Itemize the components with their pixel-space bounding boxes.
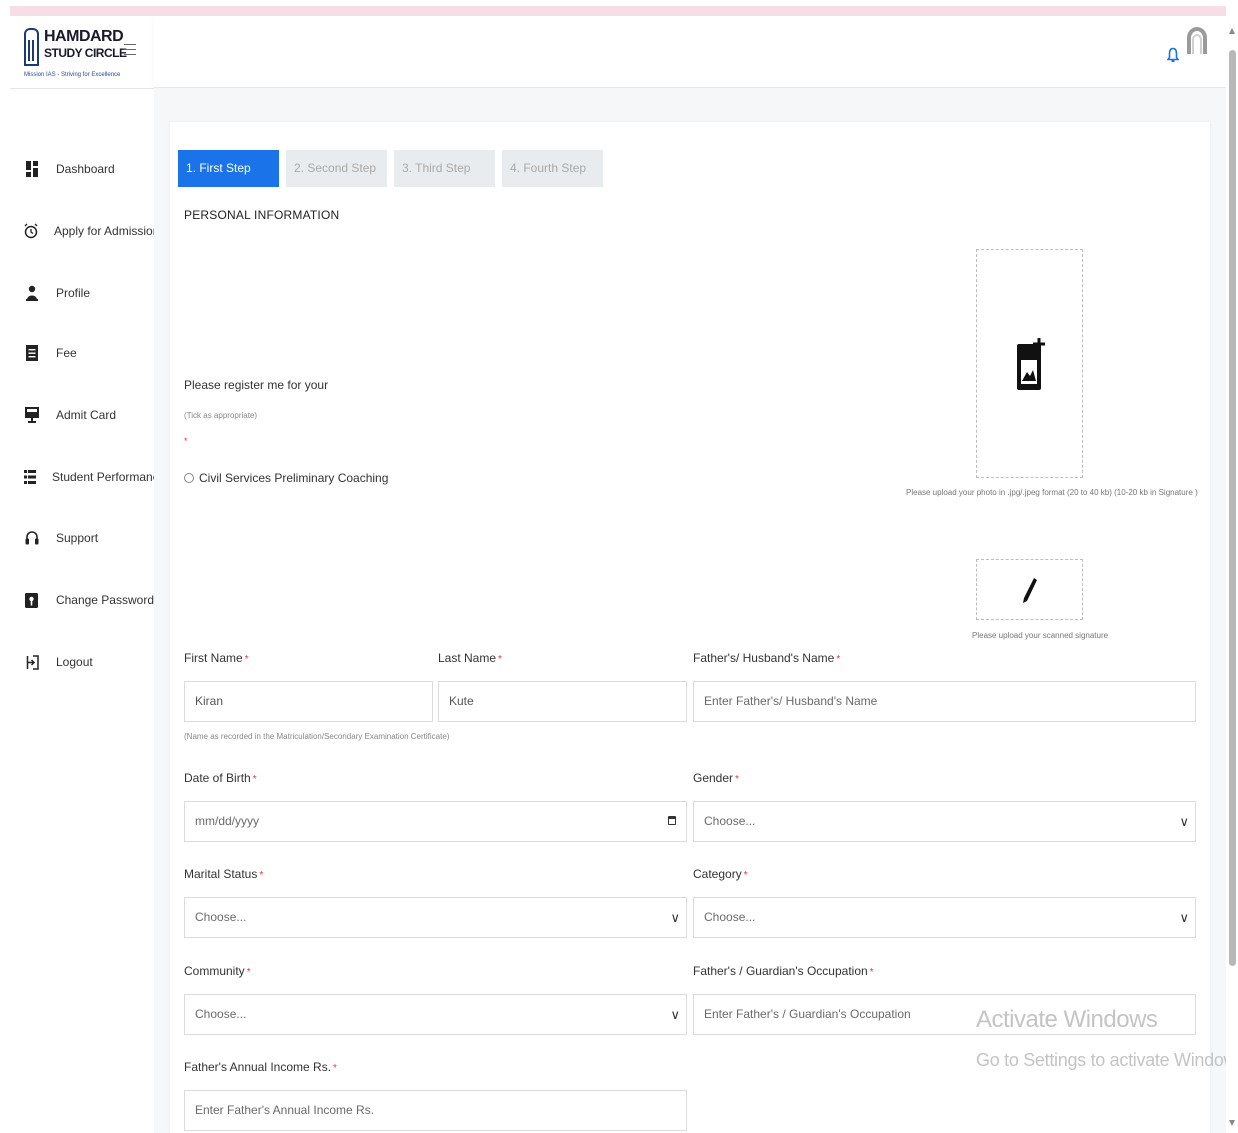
sidebar-item-support[interactable]: Support (10, 525, 154, 551)
dob-field[interactable]: mm/dd/yyyy (184, 801, 687, 842)
last-name-field[interactable]: Kute (438, 681, 687, 722)
income-label: Father's Annual Income Rs. * (184, 1060, 337, 1074)
brand-logo[interactable]: HAMDARD STUDY CIRCLE Mission IAS - Striv… (24, 26, 154, 94)
name-note: (Name as recorded in the Matriculation/S… (184, 732, 450, 741)
logout-icon (24, 653, 40, 671)
brand-subtitle: STUDY CIRCLE (44, 46, 127, 60)
first-name-field[interactable]: Kiran (184, 681, 433, 722)
sidebar-item-dashboard[interactable]: Dashboard (10, 156, 154, 182)
sidebar-item-label: Dashboard (56, 162, 115, 176)
activate-windows-title: Activate Windows (976, 1006, 1158, 1033)
signature-upload-box[interactable] (976, 559, 1083, 620)
sidebar-item-label: Apply for Admission (54, 224, 160, 238)
category-label: Category * (693, 867, 748, 881)
top-header (154, 16, 1226, 88)
course-option-label[interactable]: Civil Services Preliminary Coaching (199, 471, 388, 485)
logo-emblem-icon (24, 28, 39, 66)
photo-upload-hint: Please upload your photo in .jpg/.jpeg f… (906, 488, 1198, 497)
gender-select[interactable]: Choose... ∨ (693, 801, 1196, 842)
register-prompt: Please register me for your (184, 378, 329, 392)
sidebar-item-logout[interactable]: Logout (10, 649, 154, 675)
sidebar-item-label: Change Password (55, 593, 154, 607)
father-name-label: Father's/ Husband's Name * (693, 651, 841, 665)
sidebar-item-label: Admit Card (56, 408, 117, 422)
dob-placeholder: mm/dd/yyyy (195, 814, 260, 828)
pencil-icon (1022, 576, 1038, 609)
list-icon (24, 468, 36, 486)
father-name-field[interactable]: Enter Father's/ Husband's Name (693, 681, 1196, 722)
last-name-label: Last Name * (438, 651, 502, 665)
scroll-down-arrow-icon[interactable] (1229, 1120, 1235, 1126)
required-mark: * (184, 436, 188, 446)
gender-selected: Choose... (704, 814, 756, 828)
sidebar-item-profile[interactable]: Profile (10, 280, 154, 306)
sidebar-item-label: Fee (56, 346, 77, 360)
tab-first-step[interactable]: 1. First Step (178, 150, 279, 187)
tab-third-step[interactable]: 3. Third Step (394, 150, 495, 187)
add-photo-icon (1015, 334, 1047, 397)
headset-icon (24, 529, 40, 547)
id-card-icon (24, 406, 40, 424)
marital-status-select[interactable]: Choose... ∨ (184, 897, 687, 938)
sidebar-item-change-password[interactable]: Change Password (10, 587, 154, 613)
tab-fourth-step[interactable]: 4. Fourth Step (502, 150, 603, 187)
category-select[interactable]: Choose... ∨ (693, 897, 1196, 938)
sidebar-item-admit-card[interactable]: Admit Card (10, 402, 154, 428)
activate-windows-subtitle: Go to Settings to activate Windows. (976, 1050, 1238, 1070)
photo-upload-box[interactable] (976, 249, 1083, 478)
sidebar-item-label: Logout (56, 655, 93, 669)
tick-hint: (Tick as appropriate) (184, 411, 258, 420)
chevron-down-icon: ∨ (670, 1007, 680, 1022)
top-strip (10, 6, 1226, 16)
key-box-icon (24, 591, 40, 609)
sidebar-item-label: Support (56, 531, 99, 545)
brand-tagline: Mission IAS - Striving for Excellence (24, 72, 121, 78)
marital-status-selected: Choose... (195, 910, 247, 924)
community-select[interactable]: Choose... ∨ (184, 994, 687, 1035)
chevron-down-icon: ∨ (1179, 814, 1189, 829)
sidebar-item-label: Student Performance (52, 470, 166, 484)
signature-upload-hint: Please upload your scanned signature (972, 631, 1109, 640)
gender-label: Gender * (693, 771, 739, 785)
menu-toggle-icon[interactable] (124, 43, 136, 55)
occupation-label: Father's / Guardian's Occupation * (693, 964, 874, 978)
calendar-icon[interactable] (668, 816, 676, 825)
radio-button[interactable] (184, 473, 194, 483)
chevron-down-icon: ∨ (670, 910, 680, 925)
sidebar-item-label: Profile (56, 286, 91, 300)
dashboard-icon (24, 160, 40, 178)
alarm-clock-icon (24, 222, 38, 240)
sidebar-item-fee[interactable]: Fee (10, 340, 154, 366)
scroll-up-arrow-icon[interactable] (1229, 28, 1235, 34)
scroll-thumb[interactable] (1229, 50, 1236, 966)
first-name-label: First Name * (184, 651, 249, 665)
category-selected: Choose... (704, 910, 756, 924)
page-scrollbar[interactable] (1226, 20, 1238, 1133)
bell-icon[interactable] (1166, 47, 1180, 63)
user-avatar-icon[interactable] (1186, 26, 1208, 56)
marital-status-label: Marital Status * (184, 867, 264, 881)
chevron-down-icon: ∨ (1179, 910, 1189, 925)
sidebar-item-apply-for-admission[interactable]: Apply for Admission (10, 218, 159, 244)
brand-title: HAMDARD (44, 28, 124, 45)
sidebar-item-student-performance[interactable]: Student Performance (10, 464, 165, 490)
course-option-radio[interactable]: Civil Services Preliminary Coaching (184, 471, 388, 485)
user-icon (24, 284, 40, 302)
logo-divider (10, 88, 154, 89)
receipt-icon (24, 344, 40, 362)
tab-second-step[interactable]: 2. Second Step (286, 150, 387, 187)
community-selected: Choose... (195, 1007, 247, 1021)
dob-label: Date of Birth * (184, 771, 257, 785)
community-label: Community * (184, 964, 251, 978)
section-title: PERSONAL INFORMATION (184, 208, 340, 222)
sidebar: HAMDARD STUDY CIRCLE Mission IAS - Striv… (10, 16, 165, 1133)
income-field[interactable]: Enter Father's Annual Income Rs. (184, 1090, 687, 1131)
